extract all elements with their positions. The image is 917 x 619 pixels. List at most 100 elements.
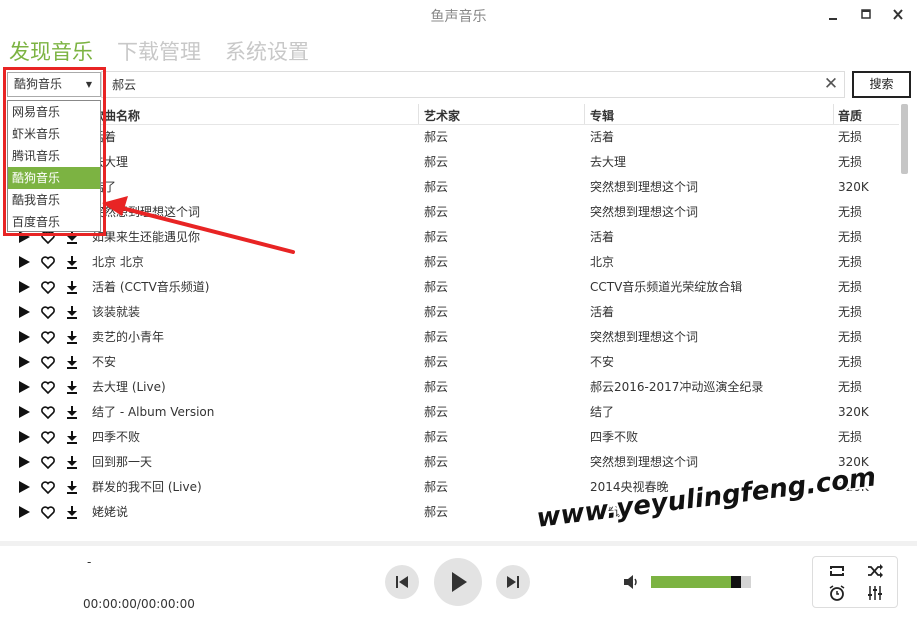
play-icon[interactable] [16,479,32,495]
scrollbar[interactable] [901,104,908,174]
song-quality: 无损 [838,330,863,344]
next-button[interactable] [496,565,530,599]
shuffle-button[interactable] [866,562,884,580]
download-icon[interactable] [64,404,80,420]
table-row[interactable]: 去大理 郝云 去大理 无损 [0,150,900,175]
heart-icon[interactable] [40,404,56,420]
song-quality: 无损 [838,355,863,369]
table-row[interactable]: 结了 郝云 突然想到理想这个词 320K [0,175,900,200]
download-icon[interactable] [64,454,80,470]
song-artist: 郝云 [424,355,449,369]
close-button[interactable] [889,6,907,24]
song-title: 回到那一天 [92,455,153,469]
column-header-album[interactable]: 专辑 [590,107,614,124]
download-icon[interactable] [64,304,80,320]
table-row[interactable]: 北京 北京 郝云 北京 无损 [0,250,900,275]
song-title: 活着 (CCTV音乐频道) [92,280,210,294]
download-icon[interactable] [64,329,80,345]
tab-download-manager[interactable]: 下载管理 [117,36,201,66]
song-album: 突然想到理想这个词 [590,330,699,344]
search-button[interactable]: 搜索 [852,71,911,98]
shuffle-icon [868,564,883,578]
play-icon[interactable] [16,404,32,420]
download-icon[interactable] [64,254,80,270]
heart-icon[interactable] [40,354,56,370]
song-artist: 郝云 [424,380,449,394]
play-icon [452,572,467,592]
column-divider[interactable] [418,104,419,124]
heart-icon[interactable] [40,379,56,395]
table-row[interactable]: 四季不败 郝云 四季不败 无损 [0,425,900,450]
column-divider[interactable] [833,104,834,124]
volume-button[interactable] [622,573,640,591]
play-icon[interactable] [16,354,32,370]
minimize-button[interactable] [824,6,842,24]
download-icon[interactable] [64,504,80,520]
download-icon[interactable] [64,429,80,445]
play-icon[interactable] [16,379,32,395]
table-row[interactable]: 回到那一天 郝云 突然想到理想这个词 320K [0,450,900,475]
download-icon[interactable] [64,479,80,495]
song-artist: 郝云 [424,480,449,494]
heart-icon[interactable] [40,454,56,470]
song-quality: 无损 [838,155,863,169]
song-quality: 无损 [838,205,863,219]
search-input[interactable] [112,75,812,94]
download-icon[interactable] [64,354,80,370]
alarm-button[interactable] [828,584,846,602]
table-row[interactable]: 如果来生还能遇见你 郝云 活着 无损 [0,225,900,250]
table-row[interactable]: 去大理 (Live) 郝云 郝云2016-2017冲动巡演全纪录 无损 [0,375,900,400]
download-icon[interactable] [64,279,80,295]
song-album: 北京 [590,255,615,269]
song-album: 活着 [590,130,615,144]
play-icon[interactable] [16,329,32,345]
volume-slider-handle[interactable] [731,576,741,588]
heart-icon[interactable] [40,279,56,295]
play-icon[interactable] [16,254,32,270]
song-artist: 郝云 [424,155,449,169]
song-artist: 郝云 [424,330,449,344]
song-title: 去大理 (Live) [92,380,166,394]
maximize-button[interactable] [857,6,875,24]
song-title: 四季不败 [92,430,141,444]
table-row[interactable]: 活着 (CCTV音乐频道) 郝云 CCTV音乐频道光荣绽放合辑 无损 [0,275,900,300]
skip-previous-icon [396,576,408,588]
heart-icon[interactable] [40,254,56,270]
table-row[interactable]: 活着 郝云 活着 无损 [0,125,900,150]
tab-discover-music[interactable]: 发现音乐 [9,36,93,66]
skip-next-icon [507,576,519,588]
table-row[interactable]: 该装就装 郝云 活着 无损 [0,300,900,325]
table-row[interactable]: 不安 郝云 不安 无损 [0,350,900,375]
clear-search-icon[interactable]: ✕ [822,74,840,94]
heart-icon[interactable] [40,329,56,345]
table-row[interactable]: 卖艺的小青年 郝云 突然想到理想这个词 无损 [0,325,900,350]
song-quality: 无损 [838,305,863,319]
song-quality: 320K [838,180,869,194]
heart-icon[interactable] [40,479,56,495]
download-icon[interactable] [64,379,80,395]
repeat-button[interactable] [828,562,846,580]
heart-icon[interactable] [40,504,56,520]
heart-icon[interactable] [40,429,56,445]
table-row[interactable]: 结了 - Album Version 郝云 结了 320K [0,400,900,425]
column-header-quality[interactable]: 音质 [838,107,862,124]
column-divider[interactable] [584,104,585,124]
play-icon[interactable] [16,429,32,445]
previous-button[interactable] [385,565,419,599]
song-album: CCTV音乐频道光荣绽放合辑 [590,280,743,294]
song-artist: 郝云 [424,430,449,444]
heart-icon[interactable] [40,304,56,320]
tab-system-settings[interactable]: 系统设置 [225,36,309,66]
play-icon[interactable] [16,304,32,320]
play-icon[interactable] [16,504,32,520]
table-row[interactable]: 突然想到理想这个词 郝云 突然想到理想这个词 无损 [0,200,900,225]
play-button[interactable] [434,558,482,606]
play-icon[interactable] [16,454,32,470]
column-header-artist[interactable]: 艺术家 [424,107,460,124]
search-box: ✕ [101,71,845,98]
player-divider [0,541,917,546]
repeat-icon [830,566,844,576]
play-icon[interactable] [16,279,32,295]
song-quality: 320K [838,405,869,419]
equalizer-button[interactable] [866,584,884,602]
